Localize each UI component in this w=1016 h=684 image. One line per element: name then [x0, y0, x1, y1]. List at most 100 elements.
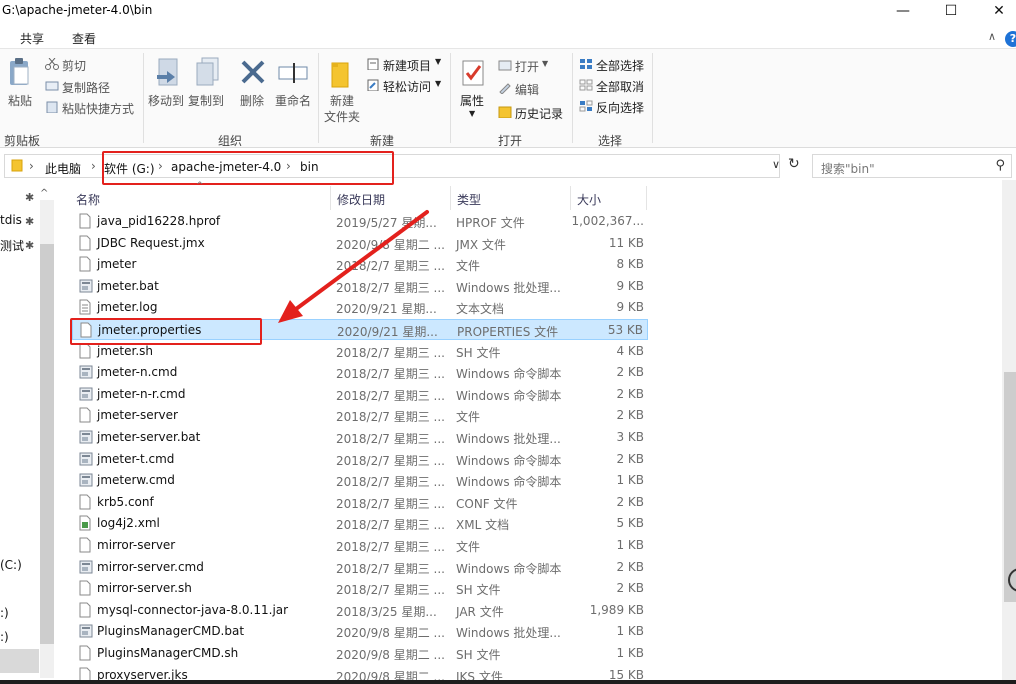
vertical-scrollbar-thumb[interactable] [1004, 372, 1016, 602]
nav-scrollbar-thumb[interactable] [40, 244, 54, 644]
properties-button[interactable]: 属性 [460, 92, 484, 109]
file-row[interactable]: jmeter-t.cmd 2018/2/7 星期三 ... Windows 命令脚本… [72, 449, 648, 470]
column-header-size[interactable]: 大小 [577, 191, 601, 208]
minimize-button[interactable]: — [880, 0, 926, 24]
paste-shortcut-button[interactable]: 粘贴快捷方式 [62, 100, 134, 117]
maximize-button[interactable]: ☐ [928, 0, 974, 24]
file-row[interactable]: PluginsManagerCMD.bat 2020/9/8 星期二 ... Win… [72, 621, 648, 642]
file-row[interactable]: jmeter-server.bat 2018/2/7 星期三 ... Windows… [72, 427, 648, 448]
refresh-icon[interactable]: ↻ [788, 156, 800, 172]
column-header-date[interactable]: 修改日期 [337, 191, 385, 208]
sort-ascending-icon[interactable]: ^ [196, 181, 204, 191]
nav-item-drive[interactable]: :) [0, 630, 9, 644]
select-all-button[interactable]: 全部选择 [596, 57, 644, 74]
cut-button[interactable]: 剪切 [62, 57, 86, 74]
address-dropdown-icon[interactable]: ∨ [772, 158, 780, 171]
edit-button[interactable]: 编辑 [515, 81, 539, 98]
nav-item-tdis[interactable]: tdis [0, 213, 22, 227]
cut-icon[interactable] [45, 57, 59, 70]
file-row[interactable]: jmeter-server 2018/2/7 星期三 ... 文件 2 KB [72, 405, 648, 426]
history-button[interactable]: 历史记录 [515, 105, 563, 122]
file-row[interactable]: java_pid16228.hprof 2019/5/27 星期... HPROF … [72, 211, 648, 232]
new-item-button[interactable]: 新建项目 [383, 57, 431, 74]
nav-item-test[interactable]: 测试 [0, 237, 24, 254]
history-icon[interactable] [498, 106, 512, 119]
new-folder-button[interactable]: 新建 [330, 92, 354, 109]
pin-icon[interactable]: ✱ [25, 191, 34, 204]
easy-access-icon[interactable] [366, 79, 380, 92]
file-row[interactable]: mirror-server 2018/2/7 星期三 ... 文件 1 KB [72, 535, 648, 556]
file-size: 5 KB [616, 516, 644, 531]
file-date: 2018/2/7 星期三 ... [336, 561, 445, 576]
invert-selection-icon[interactable] [579, 100, 593, 112]
move-to-button[interactable]: 移动到 [148, 92, 184, 109]
column-divider[interactable] [330, 186, 331, 210]
move-to-icon[interactable] [155, 57, 183, 92]
rename-button[interactable]: 重命名 [275, 92, 311, 109]
file-row[interactable]: jmeterw.cmd 2018/2/7 星期三 ... Windows 命令脚本 1… [72, 470, 648, 491]
file-row[interactable]: jmeter.bat 2018/2/7 星期三 ... Windows 批处理...… [72, 276, 648, 297]
delete-icon[interactable] [240, 59, 266, 88]
chevron-down-icon[interactable]: ▼ [542, 59, 548, 68]
column-header-name[interactable]: 名称 [76, 191, 100, 208]
easy-access-button[interactable]: 轻松访问 [383, 78, 431, 95]
collapse-ribbon-icon[interactable]: ∧ [988, 30, 996, 43]
file-row[interactable]: krb5.conf 2018/2/7 星期三 ... CONF 文件 2 KB [72, 492, 648, 513]
select-all-icon[interactable] [579, 58, 593, 70]
nav-item-drive[interactable]: :) [0, 606, 9, 620]
tab-share[interactable]: 共享 [20, 30, 44, 47]
pin-icon[interactable]: ✱ [25, 215, 34, 228]
select-none-icon[interactable] [579, 79, 593, 91]
paste-button[interactable]: 粘贴 [8, 92, 32, 109]
breadcrumb-this-pc[interactable]: 此电脑 [45, 160, 81, 177]
file-row[interactable]: mirror-server.sh 2018/2/7 星期三 ... SH 文件 2 K… [72, 578, 648, 599]
paste-icon[interactable] [8, 57, 32, 90]
pin-icon[interactable]: ✱ [25, 239, 34, 252]
paste-shortcut-icon[interactable] [45, 101, 59, 114]
help-icon[interactable]: ? [1005, 31, 1016, 47]
file-row[interactable]: jmeter.log 2020/9/21 星期... 文本文档 9 KB [72, 297, 648, 318]
column-header-type[interactable]: 类型 [457, 191, 481, 208]
copy-path-icon[interactable] [45, 80, 59, 92]
tab-view[interactable]: 查看 [72, 30, 96, 47]
copy-to-button[interactable]: 复制到 [188, 92, 224, 109]
open-icon[interactable] [498, 59, 512, 71]
edit-icon[interactable] [498, 82, 512, 95]
chevron-down-icon[interactable]: ▼ [435, 79, 441, 88]
file-row[interactable]: log4j2.xml 2018/2/7 星期三 ... XML 文档 5 KB [72, 513, 648, 534]
close-button[interactable]: ✕ [976, 0, 1016, 24]
chevron-down-icon[interactable]: ▼ [469, 109, 475, 118]
copy-to-icon[interactable] [194, 57, 222, 92]
new-folder-button-line2[interactable]: 文件夹 [324, 108, 360, 125]
open-button[interactable]: 打开 [515, 58, 539, 75]
file-type: 文本文档 [456, 302, 505, 317]
file-date: 2018/2/7 星期三 ... [336, 345, 445, 360]
file-row[interactable]: jmeter-n-r.cmd 2018/2/7 星期三 ... Windows 命令… [72, 384, 648, 405]
file-row[interactable]: jmeter 2018/2/7 星期三 ... 文件 8 KB [72, 254, 648, 275]
delete-button[interactable]: 删除 [240, 92, 264, 109]
column-divider[interactable] [450, 186, 451, 210]
new-item-icon[interactable] [366, 58, 380, 71]
search-input[interactable]: 搜索"bin" ⚲ [812, 154, 1012, 178]
column-divider[interactable] [646, 186, 647, 210]
chevron-right-icon[interactable]: › [91, 159, 96, 173]
folder-icon[interactable] [330, 59, 354, 92]
properties-icon[interactable] [461, 59, 485, 92]
chevron-right-icon[interactable]: › [29, 159, 34, 173]
column-divider[interactable] [570, 186, 571, 210]
file-row[interactable]: JDBC Request.jmx 2020/9/8 星期二 ... JMX 文件 11… [72, 233, 648, 254]
file-row[interactable]: mysql-connector-java-8.0.11.jar 2018/3/25… [72, 600, 648, 621]
rename-icon[interactable] [278, 61, 308, 88]
search-icon[interactable]: ⚲ [995, 158, 1005, 173]
nav-selected-item[interactable] [0, 649, 39, 673]
select-none-button[interactable]: 全部取消 [596, 78, 644, 95]
file-row[interactable]: PluginsManagerCMD.sh 2020/9/8 星期二 ... SH 文… [72, 643, 648, 664]
scroll-up-icon[interactable]: ^ [40, 188, 48, 199]
batch-file-icon [79, 386, 93, 402]
nav-item-drive-c[interactable]: (C:) [0, 558, 22, 572]
invert-selection-button[interactable]: 反向选择 [596, 99, 644, 116]
copy-path-button[interactable]: 复制路径 [62, 79, 110, 96]
file-row[interactable]: mirror-server.cmd 2018/2/7 星期三 ... Windows… [72, 557, 648, 578]
chevron-down-icon[interactable]: ▼ [435, 57, 441, 66]
file-row[interactable]: jmeter-n.cmd 2018/2/7 星期三 ... Windows 命令脚本… [72, 362, 648, 383]
